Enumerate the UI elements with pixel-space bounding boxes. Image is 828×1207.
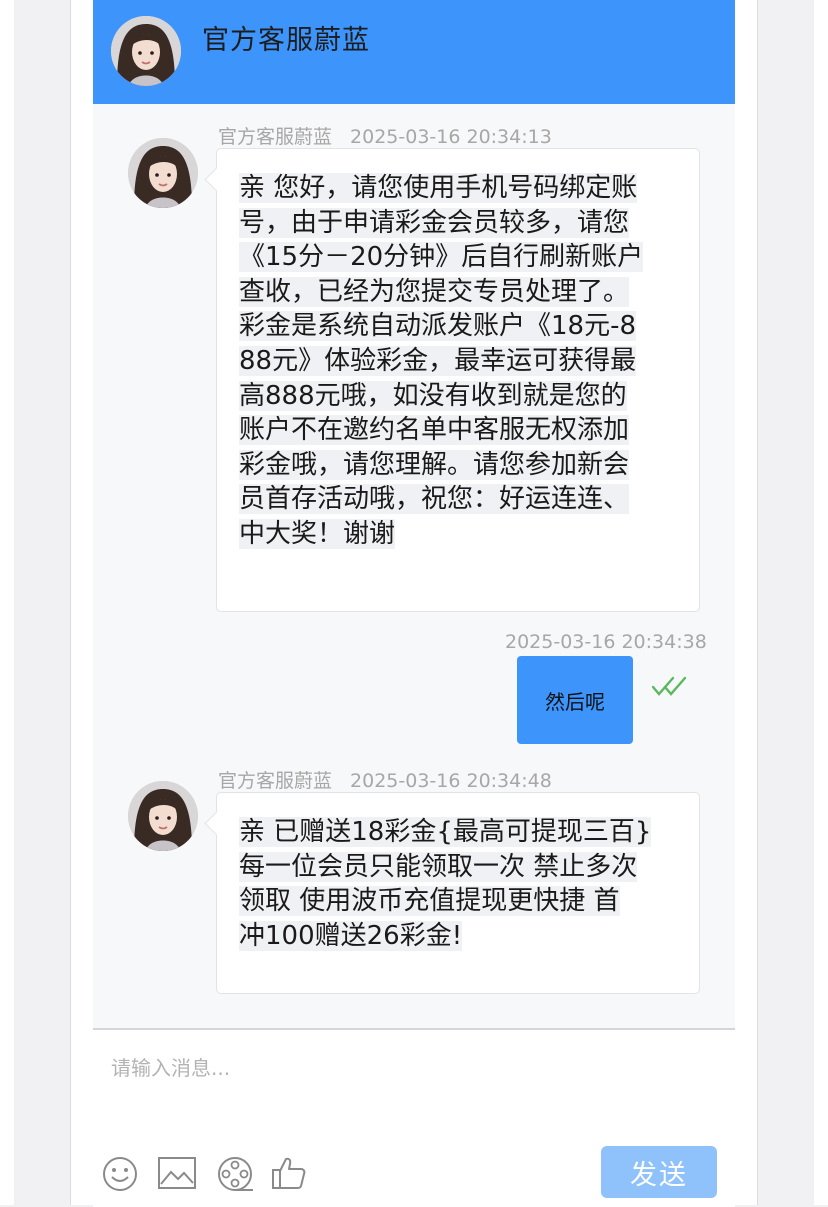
message-text: 然后呢	[545, 689, 605, 714]
message-text: 亲 已赠送18彩金{最高可提现三百} 每一位会员只能领取一次 禁止多次 领取 使…	[239, 817, 652, 951]
message-text: 亲 您好，请您使用手机号码绑定账 号，由于申请彩金会员较多，请您 《15分－20…	[239, 173, 644, 549]
agent-avatar[interactable]	[111, 16, 181, 86]
chat-header: 官方客服蔚蓝	[93, 0, 735, 104]
message-input[interactable]	[111, 1048, 711, 1088]
message-sender: 官方客服蔚蓝	[218, 770, 333, 792]
emoji-icon[interactable]	[101, 1155, 139, 1197]
message-sender: 官方客服蔚蓝	[218, 126, 333, 148]
agent-avatar[interactable]	[128, 781, 198, 851]
message-timestamp: 2025-03-16 20:34:13	[350, 126, 552, 148]
message-bubble-outgoing: 然后呢	[517, 656, 633, 744]
send-button[interactable]: 发送	[601, 1146, 717, 1198]
page-margin-right	[814, 0, 828, 1205]
image-icon[interactable]	[157, 1155, 197, 1195]
agent-avatar[interactable]	[128, 138, 198, 208]
chat-title: 官方客服蔚蓝	[202, 25, 370, 56]
double-check-icon	[651, 675, 689, 701]
message-bubble-incoming: 亲 您好，请您使用手机号码绑定账 号，由于申请彩金会员较多，请您 《15分－20…	[204, 148, 700, 612]
thumbs-up-icon[interactable]	[271, 1155, 307, 1195]
message-bubble-incoming: 亲 已赠送18彩金{最高可提现三百} 每一位会员只能领取一次 禁止多次 领取 使…	[204, 792, 700, 994]
message-meta: 官方客服蔚蓝 2025-03-16 20:34:13	[218, 122, 552, 149]
film-reel-icon[interactable]	[215, 1155, 255, 1197]
message-meta: 官方客服蔚蓝 2025-03-16 20:34:48	[218, 766, 552, 793]
message-timestamp: 2025-03-16 20:34:38	[505, 631, 707, 653]
page-margin-left	[0, 0, 14, 1205]
message-timestamp: 2025-03-16 20:34:48	[350, 770, 552, 792]
